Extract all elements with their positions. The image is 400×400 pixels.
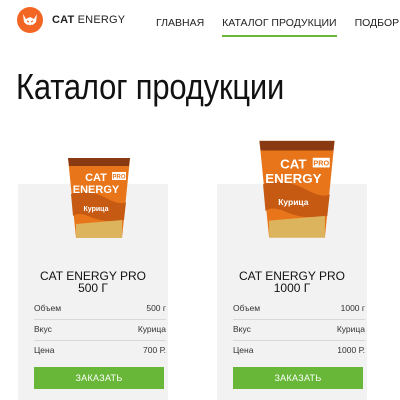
main-nav: ГЛАВНАЯ КАТАЛОГ ПРОДУКЦИИ ПОДБОР ПРОГРАМ…: [156, 17, 400, 37]
spec-row-price: Цена 1000 Р.: [233, 342, 365, 361]
page: CAT ENERGY ГЛАВНАЯ КАТАЛОГ ПРОДУКЦИИ ПОД…: [0, 0, 400, 400]
spec-value: Курица: [137, 324, 166, 334]
nav-item-home[interactable]: ГЛАВНАЯ: [156, 17, 204, 35]
spec-value: 700 Р.: [143, 345, 166, 355]
product-title: CAT ENERGY PRO 1000 Г: [217, 270, 367, 294]
spec-table: Объем 500 г Вкус Курица Цена 700 Р.: [34, 300, 166, 362]
logo-text: CAT ENERGY: [52, 14, 126, 26]
logo-link[interactable]: CAT ENERGY: [16, 6, 125, 34]
nav-item-catalog[interactable]: КАТАЛОГ ПРОДУКЦИИ: [222, 17, 337, 37]
spec-label: Вкус: [34, 324, 52, 334]
package-text-cat: CAT: [280, 157, 306, 172]
package-text-cat: CAT: [85, 172, 107, 184]
spec-value: 500 г: [146, 303, 166, 313]
product-package-image: CAT ENERGY PRO Курица: [68, 158, 130, 238]
cat-logo-icon: [17, 7, 43, 33]
spec-value: Курица: [336, 324, 365, 334]
spec-label: Объем: [34, 303, 62, 313]
package-text-energy: ENERGY: [265, 171, 321, 186]
spec-value: 1000 Р.: [337, 345, 365, 355]
package-badge-pro: PRO: [112, 175, 125, 181]
spec-label: Объем: [233, 303, 261, 313]
spec-row-flavor: Вкус Курица: [34, 321, 166, 341]
spec-row-volume: Объем 500 г: [34, 300, 166, 320]
product-package-image: CAT ENERGY PRO Курица: [259, 140, 335, 238]
order-button[interactable]: ЗАКАЗАТЬ: [34, 367, 164, 389]
spec-label: Цена: [34, 345, 55, 355]
product-card-1000: CAT ENERGY PRO Курица CAT ENERGY PRO 100…: [217, 140, 367, 400]
spec-value: 1000 г: [340, 303, 365, 313]
package-flavor: Курица: [84, 206, 109, 213]
spec-row-flavor: Вкус Курица: [233, 321, 365, 341]
product-card-500: CAT ENERGY PRO Курица CAT ENERGY PRO 500…: [18, 158, 168, 400]
product-title: CAT ENERGY PRO 500 Г: [18, 270, 168, 294]
spec-label: Вкус: [233, 324, 251, 334]
product-size: 1000 Г: [273, 281, 311, 295]
spec-table: Объем 1000 г Вкус Курица Цена 1000 Р.: [233, 300, 365, 362]
page-title: Каталог продукции: [16, 66, 285, 107]
nav-item-program[interactable]: ПОДБОР ПРОГРАММЫ: [355, 17, 400, 35]
product-size: 500 Г: [78, 281, 108, 295]
spec-label: Цена: [233, 345, 254, 355]
package-flavor: Курица: [278, 197, 308, 207]
order-button[interactable]: ЗАКАЗАТЬ: [233, 367, 363, 389]
spec-row-volume: Объем 1000 г: [233, 300, 365, 320]
package-text-energy: ENERGY: [73, 184, 120, 196]
site-header: CAT ENERGY ГЛАВНАЯ КАТАЛОГ ПРОДУКЦИИ ПОД…: [0, 0, 400, 48]
package-badge-pro: PRO: [313, 159, 329, 168]
spec-row-price: Цена 700 Р.: [34, 342, 166, 361]
